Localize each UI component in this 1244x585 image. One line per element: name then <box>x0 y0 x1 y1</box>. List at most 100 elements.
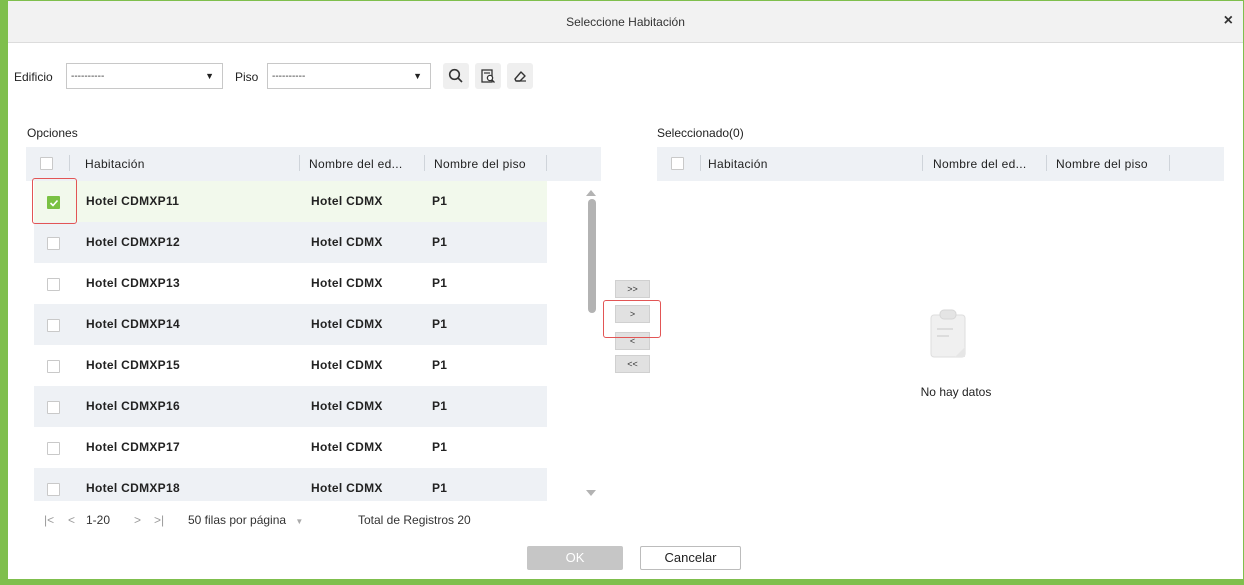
options-table-header: Habitación Nombre del ed... Nombre del p… <box>26 147 601 181</box>
building-select[interactable]: ---------- ▼ <box>66 63 223 89</box>
empty-state-text: No hay datos <box>920 385 992 399</box>
options-section-label: Opciones <box>27 126 78 140</box>
total-records: Total de Registros 20 <box>358 513 471 527</box>
cancel-button[interactable]: Cancelar <box>640 546 741 570</box>
column-divider <box>546 155 547 171</box>
chevron-down-icon: ▼ <box>205 71 214 81</box>
building-cell: Hotel CDMX <box>311 276 383 290</box>
room-cell: Hotel CDMXP13 <box>86 276 180 290</box>
row-checkbox[interactable] <box>47 483 60 496</box>
chevron-down-icon: ▼ <box>295 517 304 526</box>
advanced-search-button[interactable] <box>475 63 501 89</box>
column-divider <box>700 155 701 171</box>
row-checkbox[interactable] <box>47 237 60 250</box>
floor-cell: P1 <box>432 276 448 290</box>
room-cell: Hotel CDMXP18 <box>86 481 180 495</box>
close-icon[interactable]: × <box>1224 12 1233 30</box>
page-size-select[interactable]: 50 filas por página ▼ <box>188 513 303 527</box>
row-checkbox[interactable] <box>47 360 60 373</box>
room-cell: Hotel CDMXP15 <box>86 358 180 372</box>
room-cell: Hotel CDMXP12 <box>86 235 180 249</box>
table-row[interactable]: Hotel CDMXP15 Hotel CDMX P1 <box>34 345 547 386</box>
dialog-titlebar: Seleccione Habitación × <box>8 1 1243 43</box>
eraser-icon <box>514 71 526 82</box>
column-divider <box>424 155 425 171</box>
move-left-button[interactable]: < <box>615 332 650 350</box>
column-divider <box>922 155 923 171</box>
building-cell: Hotel CDMX <box>311 235 383 249</box>
table-row[interactable]: Hotel CDMXP11 Hotel CDMX P1 <box>34 181 547 222</box>
clipboard-icon <box>930 309 966 358</box>
page-size-label: 50 filas por página <box>188 513 287 527</box>
floor-cell: P1 <box>432 481 448 495</box>
building-cell: Hotel CDMX <box>311 399 383 413</box>
building-cell: Hotel CDMX <box>311 440 383 454</box>
scrollbar-thumb[interactable] <box>588 199 596 313</box>
room-cell: Hotel CDMXP11 <box>86 194 180 208</box>
room-cell: Hotel CDMXP16 <box>86 399 180 413</box>
move-right-button[interactable]: > <box>615 305 650 323</box>
dialog-title: Seleccione Habitación <box>566 15 685 29</box>
building-cell: Hotel CDMX <box>311 358 383 372</box>
move-all-right-button[interactable]: >> <box>615 280 650 298</box>
selected-column-header-building[interactable]: Nombre del ed... <box>933 157 1027 171</box>
table-row[interactable]: Hotel CDMXP16 Hotel CDMX P1 <box>34 386 547 427</box>
next-page-button[interactable]: > <box>134 513 141 527</box>
selected-column-header-room[interactable]: Habitación <box>708 157 768 171</box>
select-all-selected-checkbox[interactable] <box>671 157 684 170</box>
scroll-down-icon[interactable] <box>586 490 596 496</box>
ok-button[interactable]: OK <box>527 546 623 570</box>
table-row[interactable]: Hotel CDMXP12 Hotel CDMX P1 <box>34 222 547 263</box>
clear-filter-button[interactable] <box>507 63 533 89</box>
row-checkbox[interactable] <box>47 442 60 455</box>
floor-cell: P1 <box>432 358 448 372</box>
selected-table-header: Habitación Nombre del ed... Nombre del p… <box>657 147 1224 181</box>
prev-page-button[interactable]: < <box>68 513 75 527</box>
select-all-checkbox[interactable] <box>40 157 53 170</box>
checkmark-icon <box>49 199 59 207</box>
building-select-value: ---------- <box>71 71 105 82</box>
chevron-down-icon: ▼ <box>413 71 422 81</box>
table-row[interactable]: Hotel CDMXP14 Hotel CDMX P1 <box>34 304 547 345</box>
floor-select-value: ---------- <box>272 71 306 82</box>
options-table-body: Hotel CDMXP11 Hotel CDMX P1 Hotel CDMXP1… <box>34 181 547 501</box>
row-checkbox[interactable] <box>47 319 60 332</box>
building-cell: Hotel CDMX <box>311 317 383 331</box>
selected-column-header-floor[interactable]: Nombre del piso <box>1056 157 1148 171</box>
column-header-building[interactable]: Nombre del ed... <box>309 157 403 171</box>
column-header-floor[interactable]: Nombre del piso <box>434 157 526 171</box>
page-range: 1-20 <box>86 513 111 527</box>
row-checkbox[interactable] <box>47 196 60 209</box>
selected-section-label: Seleccionado(0) <box>657 126 744 140</box>
building-cell: Hotel CDMX <box>311 194 383 208</box>
scroll-up-icon[interactable] <box>586 190 596 196</box>
move-all-left-button[interactable]: << <box>615 355 650 373</box>
floor-cell: P1 <box>432 399 448 413</box>
table-row[interactable]: Hotel CDMXP17 Hotel CDMX P1 <box>34 427 547 468</box>
column-divider <box>69 155 70 171</box>
table-row[interactable]: Hotel CDMXP18 Hotel CDMX P1 <box>34 468 547 501</box>
column-divider <box>1046 155 1047 171</box>
room-cell: Hotel CDMXP14 <box>86 317 180 331</box>
search-button[interactable] <box>443 63 469 89</box>
row-checkbox[interactable] <box>47 278 60 291</box>
search-icon <box>448 68 463 83</box>
column-header-room[interactable]: Habitación <box>85 157 145 171</box>
column-divider <box>299 155 300 171</box>
row-checkbox[interactable] <box>47 401 60 414</box>
first-page-button[interactable]: |< <box>44 513 54 527</box>
floor-select[interactable]: ---------- ▼ <box>267 63 431 89</box>
floor-filter-label: Piso <box>235 70 259 84</box>
room-cell: Hotel CDMXP17 <box>86 440 180 454</box>
column-divider <box>1169 155 1170 171</box>
building-cell: Hotel CDMX <box>311 481 383 495</box>
floor-cell: P1 <box>432 440 448 454</box>
building-filter-label: Edificio <box>14 70 53 84</box>
floor-cell: P1 <box>432 235 448 249</box>
last-page-button[interactable]: >| <box>154 513 164 527</box>
advanced-search-icon <box>481 69 495 83</box>
floor-cell: P1 <box>432 317 448 331</box>
table-row[interactable]: Hotel CDMXP13 Hotel CDMX P1 <box>34 263 547 304</box>
select-room-dialog: Seleccione Habitación × Edificio -------… <box>0 0 1244 585</box>
floor-cell: P1 <box>432 194 448 208</box>
